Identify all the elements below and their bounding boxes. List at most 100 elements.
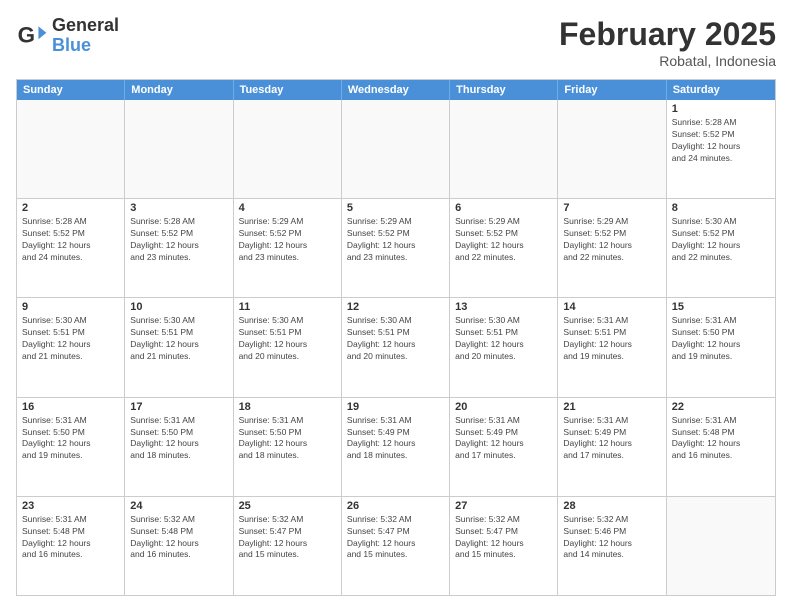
cell-day-number: 19: [347, 401, 444, 413]
cell-day-number: 9: [22, 301, 119, 313]
svg-text:G: G: [18, 22, 35, 47]
cell-day-number: 27: [455, 500, 552, 512]
cell-info: Sunrise: 5:30 AM Sunset: 5:51 PM Dayligh…: [455, 315, 552, 363]
cal-cell: 27 Sunrise: 5:32 AM Sunset: 5:47 PM Dayli…: [450, 497, 558, 595]
cal-cell: 10 Sunrise: 5:30 AM Sunset: 5:51 PM Dayli…: [125, 298, 233, 396]
cal-cell: 22Sunrise: 5:31 AM Sunset: 5:48 PM Dayli…: [667, 398, 775, 496]
day-header-saturday: Saturday: [667, 80, 775, 100]
logo-icon: G: [16, 20, 48, 52]
cal-cell: 20 Sunrise: 5:31 AM Sunset: 5:49 PM Dayli…: [450, 398, 558, 496]
cell-day-number: 4: [239, 202, 336, 214]
cell-info: Sunrise: 5:28 AM Sunset: 5:52 PM Dayligh…: [672, 117, 770, 165]
cal-cell: 14 Sunrise: 5:31 AM Sunset: 5:51 PM Dayli…: [558, 298, 666, 396]
cell-info: Sunrise: 5:31 AM Sunset: 5:49 PM Dayligh…: [563, 415, 660, 463]
cell-info: Sunrise: 5:30 AM Sunset: 5:52 PM Dayligh…: [672, 216, 770, 264]
cal-cell: 25 Sunrise: 5:32 AM Sunset: 5:47 PM Dayli…: [234, 497, 342, 595]
calendar-body: 1Sunrise: 5:28 AM Sunset: 5:52 PM Daylig…: [17, 100, 775, 595]
cal-cell: 26Sunrise: 5:32 AM Sunset: 5:47 PM Dayli…: [342, 497, 450, 595]
cal-cell: 4 Sunrise: 5:29 AM Sunset: 5:52 PM Daylig…: [234, 199, 342, 297]
page-header: G General Blue February 2025 Robatal, In…: [16, 16, 776, 69]
calendar-row-0: 1Sunrise: 5:28 AM Sunset: 5:52 PM Daylig…: [17, 100, 775, 199]
cell-info: Sunrise: 5:31 AM Sunset: 5:50 PM Dayligh…: [22, 415, 119, 463]
cal-cell: [125, 100, 233, 198]
cell-day-number: 12: [347, 301, 444, 313]
cell-day-number: 21: [563, 401, 660, 413]
cal-cell: 24 Sunrise: 5:32 AM Sunset: 5:48 PM Dayli…: [125, 497, 233, 595]
month-title: February 2025: [559, 16, 776, 53]
cell-info: Sunrise: 5:32 AM Sunset: 5:47 PM Dayligh…: [455, 514, 552, 562]
cell-info: Sunrise: 5:31 AM Sunset: 5:50 PM Dayligh…: [130, 415, 227, 463]
day-header-tuesday: Tuesday: [234, 80, 342, 100]
cell-info: Sunrise: 5:31 AM Sunset: 5:48 PM Dayligh…: [22, 514, 119, 562]
cell-day-number: 24: [130, 500, 227, 512]
cal-cell: 9Sunrise: 5:30 AM Sunset: 5:51 PM Daylig…: [17, 298, 125, 396]
cell-day-number: 2: [22, 202, 119, 214]
cal-cell: 2 Sunrise: 5:28 AM Sunset: 5:52 PM Daylig…: [17, 199, 125, 297]
day-header-sunday: Sunday: [17, 80, 125, 100]
cell-day-number: 8: [672, 202, 770, 214]
cell-day-number: 17: [130, 401, 227, 413]
cell-info: Sunrise: 5:31 AM Sunset: 5:51 PM Dayligh…: [563, 315, 660, 363]
logo: G General Blue: [16, 16, 119, 56]
cell-info: Sunrise: 5:29 AM Sunset: 5:52 PM Dayligh…: [347, 216, 444, 264]
title-area: February 2025 Robatal, Indonesia: [559, 16, 776, 69]
cell-day-number: 18: [239, 401, 336, 413]
calendar-row-3: 16 Sunrise: 5:31 AM Sunset: 5:50 PM Dayli…: [17, 398, 775, 497]
cal-cell: [342, 100, 450, 198]
cell-info: Sunrise: 5:30 AM Sunset: 5:51 PM Dayligh…: [347, 315, 444, 363]
cal-cell: 8 Sunrise: 5:30 AM Sunset: 5:52 PM Daylig…: [667, 199, 775, 297]
cal-cell: 21 Sunrise: 5:31 AM Sunset: 5:49 PM Dayli…: [558, 398, 666, 496]
cell-info: Sunrise: 5:30 AM Sunset: 5:51 PM Dayligh…: [239, 315, 336, 363]
cell-day-number: 3: [130, 202, 227, 214]
cal-cell: 6Sunrise: 5:29 AM Sunset: 5:52 PM Daylig…: [450, 199, 558, 297]
cell-day-number: 7: [563, 202, 660, 214]
cal-cell: [234, 100, 342, 198]
cal-cell: 17 Sunrise: 5:31 AM Sunset: 5:50 PM Dayli…: [125, 398, 233, 496]
cell-day-number: 25: [239, 500, 336, 512]
cal-cell: 13 Sunrise: 5:30 AM Sunset: 5:51 PM Dayli…: [450, 298, 558, 396]
cell-info: Sunrise: 5:31 AM Sunset: 5:50 PM Dayligh…: [239, 415, 336, 463]
cell-info: Sunrise: 5:29 AM Sunset: 5:52 PM Dayligh…: [455, 216, 552, 264]
cal-cell: 28 Sunrise: 5:32 AM Sunset: 5:46 PM Dayli…: [558, 497, 666, 595]
logo-blue: Blue: [52, 36, 119, 56]
cell-info: Sunrise: 5:32 AM Sunset: 5:47 PM Dayligh…: [239, 514, 336, 562]
cal-cell: 16 Sunrise: 5:31 AM Sunset: 5:50 PM Dayli…: [17, 398, 125, 496]
day-header-thursday: Thursday: [450, 80, 558, 100]
calendar-row-4: 23Sunrise: 5:31 AM Sunset: 5:48 PM Dayli…: [17, 497, 775, 595]
logo-general: General: [52, 16, 119, 36]
cal-cell: [667, 497, 775, 595]
cal-cell: [558, 100, 666, 198]
cell-info: Sunrise: 5:28 AM Sunset: 5:52 PM Dayligh…: [22, 216, 119, 264]
cell-info: Sunrise: 5:31 AM Sunset: 5:50 PM Dayligh…: [672, 315, 770, 363]
cell-info: Sunrise: 5:32 AM Sunset: 5:48 PM Dayligh…: [130, 514, 227, 562]
cal-cell: 15 Sunrise: 5:31 AM Sunset: 5:50 PM Dayli…: [667, 298, 775, 396]
cell-day-number: 28: [563, 500, 660, 512]
cell-day-number: 14: [563, 301, 660, 313]
cal-cell: 5 Sunrise: 5:29 AM Sunset: 5:52 PM Daylig…: [342, 199, 450, 297]
cell-info: Sunrise: 5:31 AM Sunset: 5:48 PM Dayligh…: [672, 415, 770, 463]
cell-info: Sunrise: 5:30 AM Sunset: 5:51 PM Dayligh…: [130, 315, 227, 363]
cell-day-number: 13: [455, 301, 552, 313]
cal-cell: 11Sunrise: 5:30 AM Sunset: 5:51 PM Dayli…: [234, 298, 342, 396]
cell-day-number: 15: [672, 301, 770, 313]
cal-cell: [17, 100, 125, 198]
cal-cell: 23Sunrise: 5:31 AM Sunset: 5:48 PM Dayli…: [17, 497, 125, 595]
cal-cell: 19 Sunrise: 5:31 AM Sunset: 5:49 PM Dayli…: [342, 398, 450, 496]
cell-info: Sunrise: 5:32 AM Sunset: 5:47 PM Dayligh…: [347, 514, 444, 562]
calendar-row-2: 9 Sunrise: 5:30 AM Sunset: 5:51 PM Daylig…: [17, 298, 775, 397]
cell-day-number: 10: [130, 301, 227, 313]
location: Robatal, Indonesia: [559, 53, 776, 69]
calendar-row-1: 2 Sunrise: 5:28 AM Sunset: 5:52 PM Daylig…: [17, 199, 775, 298]
cell-day-number: 16: [22, 401, 119, 413]
cell-info: Sunrise: 5:31 AM Sunset: 5:49 PM Dayligh…: [347, 415, 444, 463]
calendar: SundayMondayTuesdayWednesdayThursdayFrid…: [16, 79, 776, 596]
cell-day-number: 5: [347, 202, 444, 214]
cell-day-number: 20: [455, 401, 552, 413]
day-header-monday: Monday: [125, 80, 233, 100]
cell-info: Sunrise: 5:31 AM Sunset: 5:49 PM Dayligh…: [455, 415, 552, 463]
cell-info: Sunrise: 5:32 AM Sunset: 5:46 PM Dayligh…: [563, 514, 660, 562]
cal-cell: 7 Sunrise: 5:29 AM Sunset: 5:52 PM Daylig…: [558, 199, 666, 297]
cell-info: Sunrise: 5:29 AM Sunset: 5:52 PM Dayligh…: [563, 216, 660, 264]
cell-info: Sunrise: 5:29 AM Sunset: 5:52 PM Dayligh…: [239, 216, 336, 264]
day-header-friday: Friday: [558, 80, 666, 100]
